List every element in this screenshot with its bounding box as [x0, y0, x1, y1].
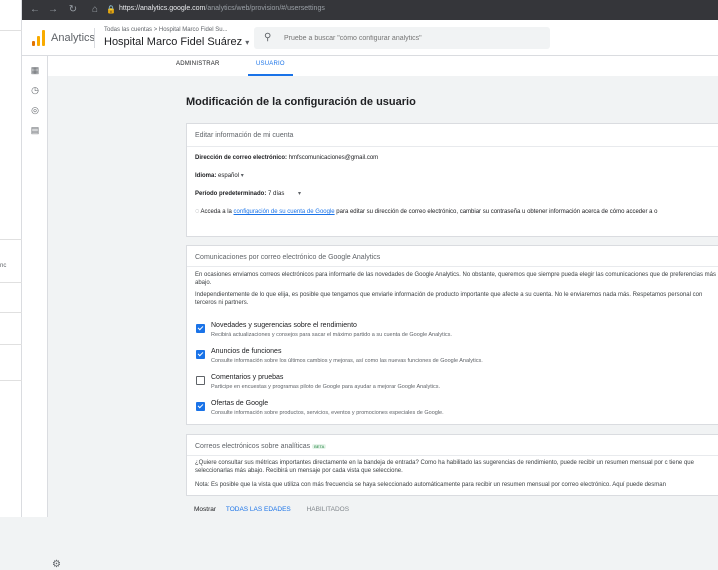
analytics-logo-icon[interactable]	[32, 30, 46, 46]
gear-icon[interactable]: ⚙	[52, 559, 61, 570]
strip-divider	[0, 344, 22, 345]
beta-badge: BETA	[312, 443, 327, 449]
browser-toolbar: ← → ↻ ⌂ 🔒 https://analytics.google.com/a…	[22, 0, 718, 20]
dashboard-icon[interactable]: ▦	[29, 64, 41, 76]
summary-paragraph: ¿Quiere consultar sus métricas important…	[195, 460, 694, 474]
card-divider	[187, 455, 718, 456]
option-title: Comentarios y pruebas	[211, 374, 284, 381]
strip-divider	[0, 380, 22, 381]
app-header: Analytics Todas las cuentas > Hospital M…	[22, 20, 718, 56]
strip-divider	[0, 282, 22, 283]
home-icon[interactable]: ⌂	[88, 3, 102, 17]
account-settings-note: ◌ Acceda a la configuración de su cuenta…	[195, 208, 658, 215]
tab-administrar[interactable]: ADMINISTRAR	[176, 61, 220, 67]
checkbox-performance[interactable]	[196, 324, 205, 333]
period-row: Período predeterminado: 7 días ▾	[195, 191, 302, 197]
strip-divider	[0, 239, 22, 240]
email-value: hmfscomunicaciones@gmail.com	[288, 155, 379, 161]
search-icon: ⚲	[264, 32, 272, 43]
left-nav-rail: ▦ ◷ ◎ ▤ ⚙	[22, 56, 61, 570]
note-paragraph: Nota: Es posible que la vista que utiliz…	[195, 482, 666, 488]
lightbulb-icon: ◌	[195, 208, 200, 215]
reports-icon[interactable]: ▤	[29, 124, 41, 136]
card-divider	[187, 266, 718, 267]
filter-row: Mostrar TODAS LAS EDADES HABILITADOS	[194, 506, 349, 513]
option-description: Consulte información sobre productos, se…	[211, 410, 444, 416]
option-description: Recibirá actualizaciones y consejos para…	[211, 332, 452, 338]
card-title: Comunicaciones por correo electrónico de…	[195, 254, 381, 261]
url-bar[interactable]: https://analytics.google.com/analytics/w…	[119, 5, 325, 12]
chevron-down-icon: ▾	[240, 173, 244, 179]
filter-all-ages[interactable]: TODAS LAS EDADES	[226, 506, 291, 513]
active-tab-indicator	[248, 74, 293, 76]
analytics-emails-card: Correos electrónicos sobre analíticas BE…	[186, 434, 718, 496]
account-info-card: Editar información de mi cuenta Direcció…	[186, 123, 718, 237]
chevron-down-icon: ▾	[245, 38, 250, 47]
chevron-down-icon: ▾	[298, 191, 302, 197]
intro-paragraph: En ocasiones enviamos correos electrónic…	[195, 272, 716, 286]
language-select[interactable]: español ▾	[218, 173, 244, 179]
option-title: Novedades y sugerencias sobre el rendimi…	[211, 322, 357, 329]
admin-tabs: ADMINISTRAR USUARIO	[48, 56, 718, 76]
card-title: Editar información de mi cuenta	[195, 132, 294, 139]
header-divider	[94, 28, 95, 48]
period-select[interactable]: 7 días ▾	[268, 191, 301, 197]
property-selector[interactable]: Hospital Marco Fidel Suárez ▾	[104, 36, 249, 48]
strip-text: nc	[0, 263, 7, 269]
email-row: Dirección de correo electrónico: hmfscom…	[195, 155, 379, 161]
disclaimer-paragraph: Independientemente de lo que elija, es p…	[195, 292, 703, 306]
account-breadcrumb[interactable]: Todas las cuentas > Hospital Marco Fidel…	[104, 27, 228, 33]
card-title: Correos electrónicos sobre analíticas BE…	[195, 443, 327, 450]
option-title: Anuncios de funciones	[211, 348, 282, 355]
reload-icon[interactable]: ↻	[66, 3, 80, 17]
option-description: Consulte información sobre los últimos c…	[211, 358, 483, 364]
page-title: Modificación de la configuración de usua…	[186, 96, 416, 108]
forward-arrow-icon[interactable]: →	[46, 3, 60, 17]
search-box[interactable]: ⚲	[254, 27, 550, 49]
search-input[interactable]	[284, 30, 544, 46]
lock-icon: 🔒	[106, 5, 116, 14]
google-account-settings-link[interactable]: configuración de su cuenta de Google	[234, 209, 335, 215]
language-row: Idioma: español ▾	[195, 173, 244, 179]
strip-divider	[0, 30, 22, 31]
app-name: Analytics	[51, 32, 96, 44]
adjacent-window-strip: nc	[0, 0, 22, 517]
option-description: Participe en encuestas y programas pilot…	[211, 384, 440, 390]
option-title: Ofertas de Google	[211, 400, 269, 407]
checkbox-feedback-testing[interactable]	[196, 376, 205, 385]
strip-divider	[0, 312, 22, 313]
checkbox-feature-announcements[interactable]	[196, 350, 205, 359]
checkbox-google-offers[interactable]	[196, 402, 205, 411]
email-communications-card: Comunicaciones por correo electrónico de…	[186, 245, 718, 425]
back-arrow-icon[interactable]: ←	[28, 3, 42, 17]
card-divider	[187, 146, 718, 147]
tab-usuario[interactable]: USUARIO	[256, 61, 285, 67]
realtime-icon[interactable]: ◷	[29, 84, 41, 96]
filter-enabled[interactable]: HABILITADOS	[307, 506, 350, 513]
explore-icon[interactable]: ◎	[29, 104, 41, 116]
filter-label: Mostrar	[194, 506, 217, 513]
